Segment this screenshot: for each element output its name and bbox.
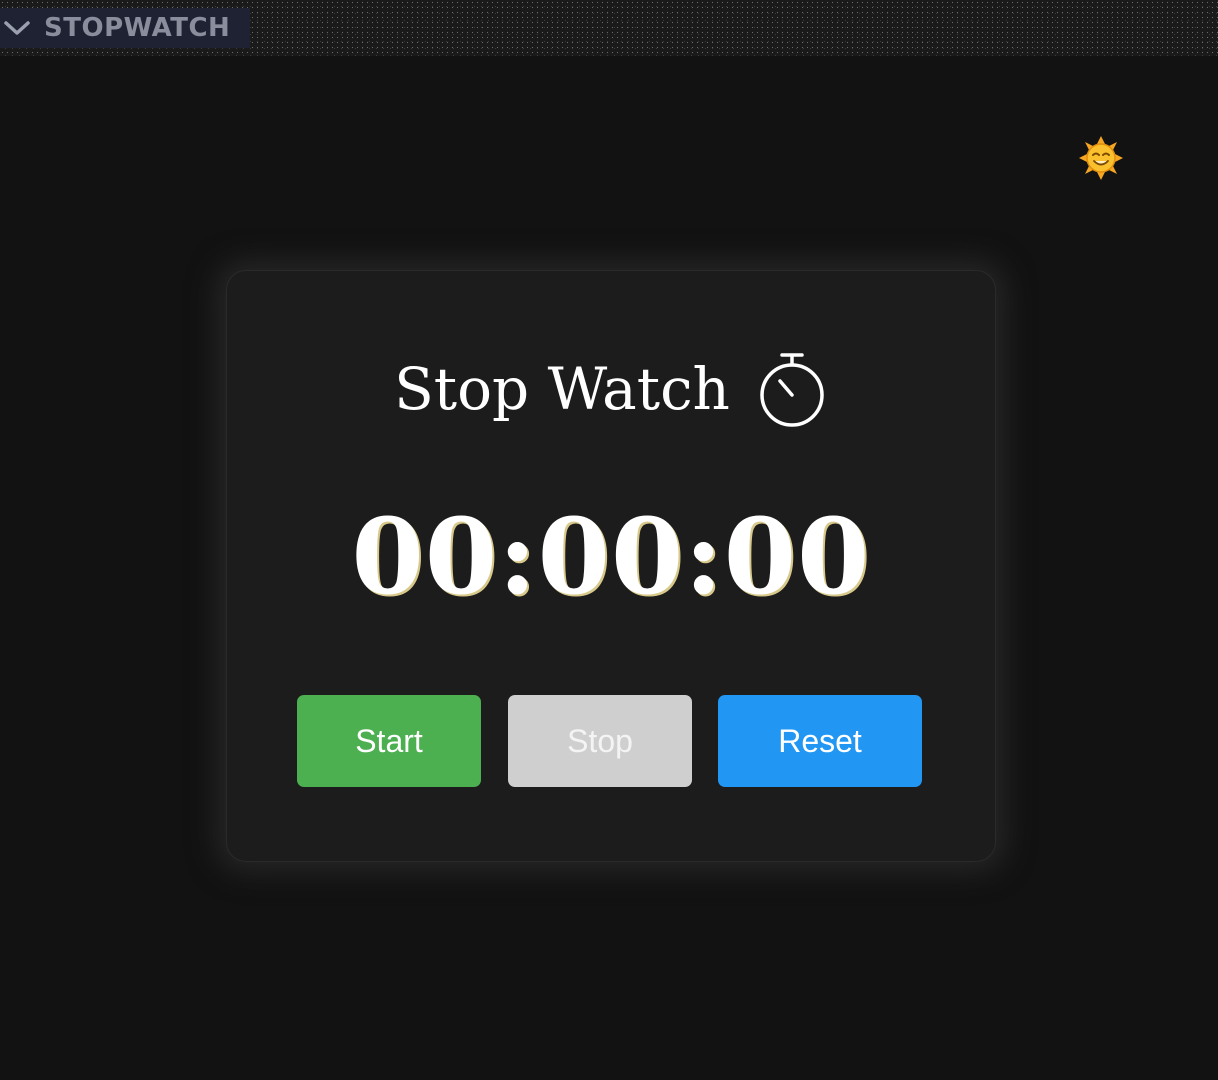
- stopwatch-icon: [730, 349, 828, 429]
- explorer-title: STOPWATCH: [44, 13, 231, 43]
- theme-toggle-button[interactable]: [1078, 135, 1124, 181]
- explorer-section-header[interactable]: STOPWATCH: [0, 8, 250, 48]
- sun-icon: [1078, 135, 1124, 181]
- stop-button[interactable]: Stop: [508, 695, 692, 787]
- time-display: 00:00:00: [351, 495, 871, 618]
- chevron-down-icon[interactable]: [0, 8, 34, 48]
- stopwatch-card: Stop Watch 00:00:00 Start Stop Reset: [226, 270, 996, 862]
- reset-button[interactable]: Reset: [718, 695, 922, 787]
- title-row: Stop Watch: [227, 349, 995, 429]
- start-button[interactable]: Start: [297, 695, 481, 787]
- window-top-strip: STOPWATCH: [0, 0, 1218, 56]
- button-row: Start Stop Reset: [227, 695, 995, 787]
- page-title: Stop Watch: [394, 355, 730, 423]
